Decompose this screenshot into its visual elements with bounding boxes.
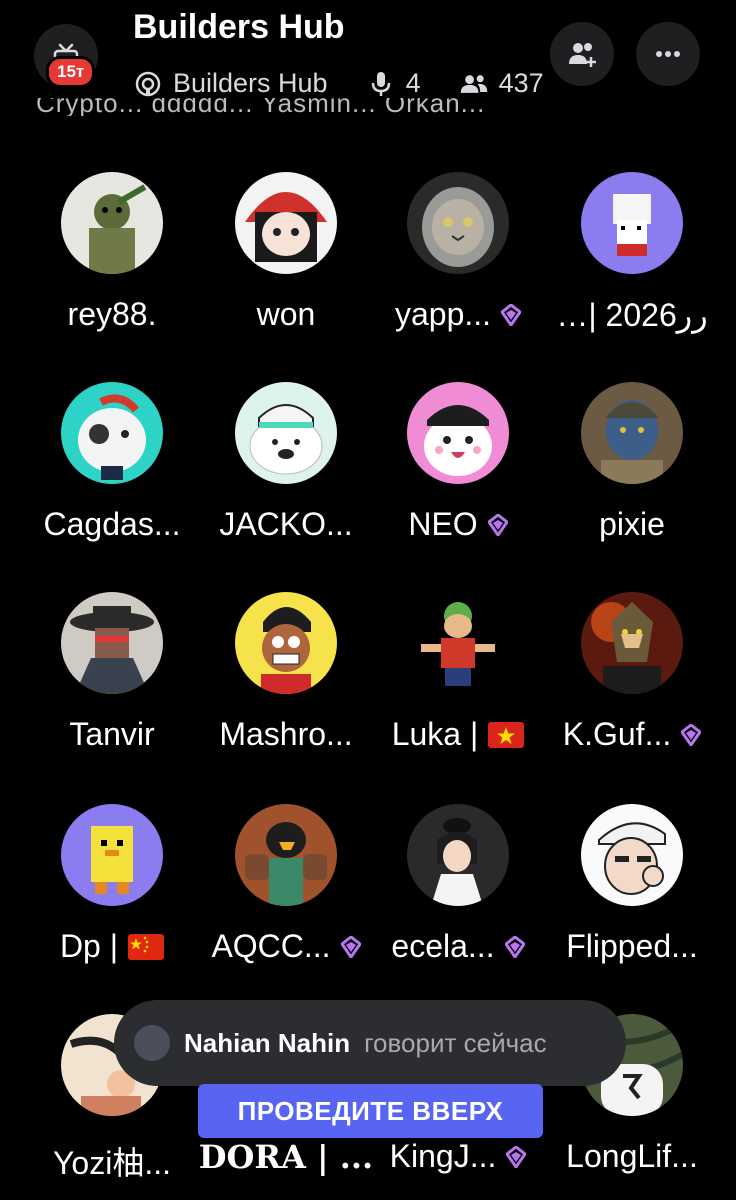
participant-name: Yozi柚... [53,1145,171,1181]
participant-name: NEO [408,506,478,542]
server-boost-icon [501,303,522,326]
avatar [61,592,163,694]
more-icon [656,51,680,57]
avatar [407,172,509,274]
participant-name: JACKO... [219,506,353,542]
listener-count: 437 [498,68,544,98]
notification-badge: 15т [46,56,96,88]
participant-name: DORA | ... [198,1138,374,1176]
avatar [61,382,163,484]
avatar [61,804,163,906]
avatar [407,804,509,906]
avatar [581,804,683,906]
server-boost-icon [340,935,361,958]
speaking-now-toast[interactable]: Nahian Nahin говорит сейчас [114,1000,626,1086]
participant-name: pixie [599,506,665,542]
avatar [235,382,337,484]
invite-button[interactable] [550,22,614,86]
participant-name: Mashro... [219,716,353,752]
avatar [235,592,337,694]
stage-name: Builders Hub [173,68,328,98]
china-flag-icon [128,933,165,960]
participant-name: LongLif... [566,1138,698,1174]
server-boost-icon [506,1145,527,1168]
avatar [407,592,509,694]
avatar [235,804,337,906]
speaker-count: 4 [405,68,421,98]
microphone-icon [371,71,390,96]
more-options-button[interactable] [636,22,700,86]
avatar [235,172,337,274]
avatar [581,592,683,694]
participant-name: Cagdas... [43,506,181,542]
swipe-up-button[interactable]: ПРОВЕДИТЕ ВВЕРХ [198,1084,543,1138]
server-boost-icon [681,723,702,746]
speaker-avatar [134,1025,170,1061]
page-title: Builders Hub [133,8,345,46]
avatar [61,172,163,274]
speaker-name: Nahian Nahin [184,1027,351,1058]
participant-name: Tanvir [69,716,155,752]
participant-name: KingJ... [389,1138,497,1174]
stage-icon [135,71,161,96]
participant-name: Dp | [59,928,119,964]
avatar [581,382,683,484]
server-boost-icon [487,513,508,536]
participant-name: Luka | [391,716,479,752]
avatar [581,172,683,274]
stage-header: 15т Builders Hub Builders Hub 4 437 Cryp… [0,0,736,120]
participant-name: rey88. [67,296,157,332]
swipe-up-label: ПРОВЕДИТЕ ВВЕРХ [237,1095,504,1126]
add-user-icon [569,43,596,67]
participant-name: …| رر2026 [556,297,708,333]
participant-name: ecela... [391,928,495,964]
participant-name: AQCC... [211,928,331,964]
participant-name: K.Guf... [562,716,672,752]
stage-info: Builders Hub 4 437 [133,68,544,99]
people-icon [460,74,487,93]
vietnam-flag-icon [488,721,525,748]
participant-name: Flipped... [566,928,698,964]
scrolled-names: Crypto... ddddd... Yasmin... Orkan... [36,98,486,116]
speaking-status: говорит сейчас [364,1027,547,1058]
server-boost-icon [504,935,525,958]
participant-name: won [256,296,316,332]
avatar [407,382,509,484]
participant-name: yapp... [394,296,492,332]
